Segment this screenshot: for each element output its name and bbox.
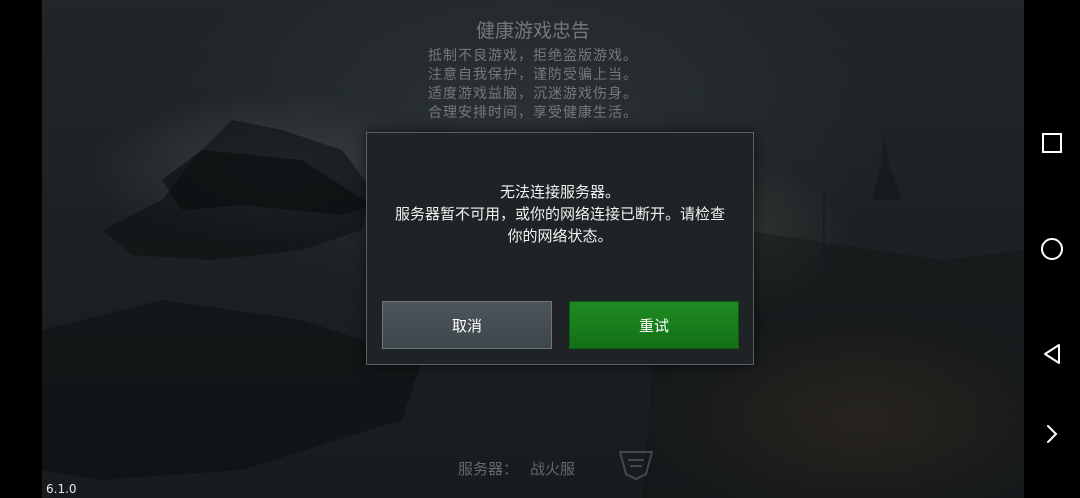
server-name: 战火服: [530, 460, 576, 478]
health-notice-line: 适度游戏益脑，沉迷游戏伤身。: [428, 86, 638, 102]
health-notice-line: 注意自我保护，谨防受骗上当。: [428, 67, 638, 83]
back-icon: [1044, 344, 1060, 364]
error-message-line: 无法连接服务器。: [499, 183, 620, 201]
error-message-line: 服务器暂不可用，或你的网络连接已断开。请检查: [394, 205, 725, 223]
back-button[interactable]: [1024, 334, 1080, 374]
expand-icon: [1047, 425, 1058, 443]
cancel-button[interactable]: 取消: [382, 301, 552, 349]
retry-button[interactable]: 重试: [569, 301, 739, 349]
recent-apps-icon: [1042, 133, 1062, 153]
home-button[interactable]: [1024, 229, 1080, 269]
server-label: 服务器：: [458, 460, 519, 478]
health-notice-title: 健康游戏忠告: [475, 20, 590, 42]
health-notice-line: 合理安排时间，享受健康生活。: [428, 105, 638, 121]
home-icon: [1041, 238, 1063, 260]
expand-button[interactable]: [1024, 414, 1080, 454]
version-label: 6.1.0: [46, 482, 77, 496]
error-message-line: 你的网络状态。: [507, 227, 613, 245]
server-info: 服务器： 战火服: [458, 458, 575, 479]
health-gaming-notice: 健康游戏忠告 抵制不良游戏，拒绝盗版游戏。 注意自我保护，谨防受骗上当。 适度游…: [42, 16, 1024, 123]
health-notice-line: 抵制不良游戏，拒绝盗版游戏。: [428, 48, 638, 64]
system-navigation-bar: [1024, 0, 1080, 498]
connection-error-dialog: 无法连接服务器。 服务器暂不可用，或你的网络连接已断开。请检查 你的网络状态。 …: [366, 132, 754, 365]
server-emblem-icon: [618, 451, 654, 481]
recent-apps-button[interactable]: [1024, 123, 1080, 163]
error-message: 无法连接服务器。 服务器暂不可用，或你的网络连接已断开。请检查 你的网络状态。: [367, 181, 753, 247]
